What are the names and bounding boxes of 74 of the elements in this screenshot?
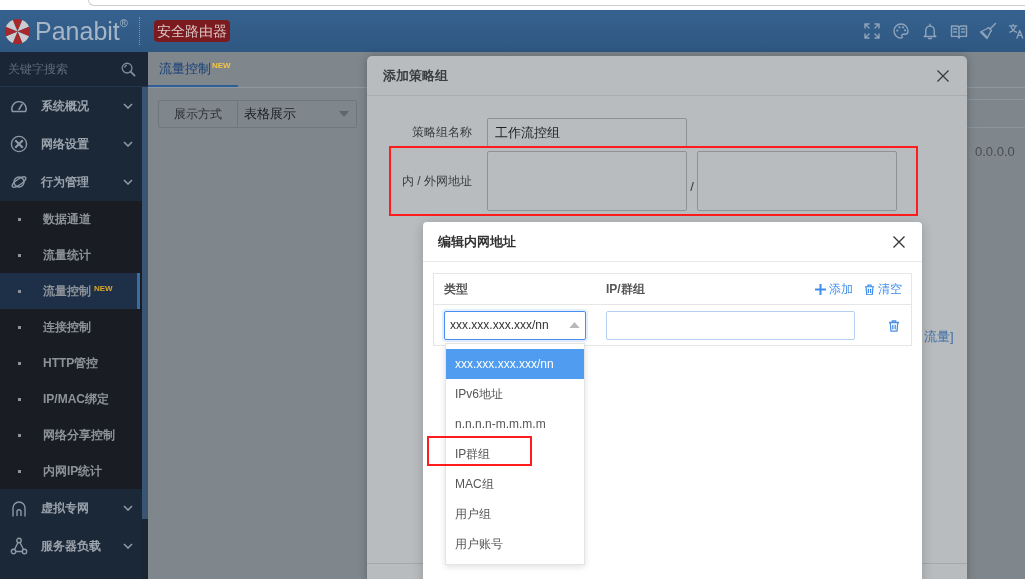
chevron-down-icon xyxy=(123,543,133,549)
chevron-down-icon xyxy=(123,103,133,109)
display-mode-label: 展示方式 xyxy=(158,100,238,128)
dropdown-option[interactable]: 用户账号 xyxy=(446,529,584,559)
dropdown-option[interactable]: 用户组 xyxy=(446,499,584,529)
caret-up-icon xyxy=(569,322,580,328)
new-label: NEW xyxy=(94,284,113,293)
field-label: 内 / 外网地址 xyxy=(401,172,472,190)
caret-down-icon xyxy=(339,111,349,117)
sidebar-item[interactable]: 网络设置 xyxy=(0,125,142,163)
address-bar[interactable] xyxy=(88,0,1025,6)
planet-icon xyxy=(10,173,28,191)
network-nodes-icon xyxy=(10,537,28,555)
bullet-icon xyxy=(18,433,21,437)
dropdown-option[interactable]: n.n.n.n-m.m.m.m xyxy=(446,409,584,439)
field-label: 策略组名称 xyxy=(411,124,472,141)
separator-text: / xyxy=(689,177,695,194)
sidebar-subitem[interactable]: 连接控制 xyxy=(0,309,140,345)
dropdown-option[interactable]: IP群组 xyxy=(446,439,584,469)
product-badge: 安全路由器 xyxy=(153,20,230,42)
ip-field[interactable] xyxy=(606,310,855,340)
trash-icon xyxy=(864,283,875,295)
close-icon[interactable] xyxy=(937,69,949,82)
book-icon[interactable] xyxy=(950,22,968,40)
registered-mark: ® xyxy=(119,17,128,29)
sidebar-subitem[interactable]: 流量统计 xyxy=(0,237,140,273)
bullet-icon xyxy=(18,397,21,401)
arch-icon xyxy=(10,499,28,517)
logo-icon xyxy=(5,18,30,44)
expand-icon[interactable] xyxy=(863,22,881,40)
clear-button[interactable]: 清空 xyxy=(864,280,902,298)
cross-circle-icon xyxy=(10,135,28,153)
type-select[interactable]: xxx.xxx.xxx.xxx/nn xyxy=(444,310,586,340)
sidebar-item[interactable]: 行为管理 xyxy=(0,163,142,201)
sidebar-item[interactable]: 虚拟专网 xyxy=(0,489,142,527)
trash-icon[interactable] xyxy=(888,318,900,332)
plus-icon xyxy=(815,283,826,295)
sidebar-item[interactable]: 系统概况 xyxy=(0,87,142,125)
column-header: 类型 xyxy=(443,280,469,298)
bullet-icon xyxy=(18,253,21,257)
sidebar-item[interactable]: 服务器负载 xyxy=(0,527,142,565)
chevron-down-icon xyxy=(123,505,133,511)
close-icon[interactable] xyxy=(893,235,905,248)
chevron-down-icon xyxy=(123,141,133,147)
palette-icon[interactable] xyxy=(892,22,910,40)
dropdown-option[interactable]: IPv6地址 xyxy=(446,379,584,409)
display-mode-select[interactable]: 表格展示 xyxy=(238,100,357,128)
sidebar-subitem[interactable]: 数据通道 xyxy=(0,201,140,237)
logo-text: Panabit xyxy=(35,17,120,45)
bullet-icon xyxy=(18,361,21,365)
translate-icon[interactable] xyxy=(1008,22,1025,40)
search-icon xyxy=(121,61,136,77)
bell-icon[interactable] xyxy=(921,22,939,40)
dialog-title: 添加策略组 xyxy=(383,66,448,85)
broom-icon[interactable] xyxy=(979,22,997,40)
table-cell-text: 0.0.0.0 xyxy=(974,143,1016,160)
bullet-icon xyxy=(18,325,21,329)
bullet-icon xyxy=(18,469,21,473)
address-field[interactable] xyxy=(697,151,897,211)
dialog-title: 编辑内网地址 xyxy=(438,232,516,251)
chevron-down-icon xyxy=(123,179,133,185)
bullet-icon xyxy=(18,289,21,293)
bullet-icon xyxy=(18,217,21,221)
name-field[interactable]: 工作流控组 xyxy=(487,118,687,147)
sidebar-subitem[interactable]: 流量控制 NEW xyxy=(0,273,140,309)
sidebar-subitem[interactable]: 网络分享控制 xyxy=(0,417,140,453)
dropdown-option[interactable]: MAC组 xyxy=(446,469,584,499)
new-label: NEW xyxy=(212,61,231,70)
sidebar-subitem[interactable]: HTTP管控 xyxy=(0,345,140,381)
sidebar-subitem[interactable]: IP/MAC绑定 xyxy=(0,381,140,417)
column-header: IP/群组 xyxy=(606,280,646,298)
add-button[interactable]: 添加 xyxy=(815,280,853,298)
address-field[interactable] xyxy=(487,151,687,211)
sidebar-subitem[interactable]: 内网IP统计 xyxy=(0,453,140,489)
